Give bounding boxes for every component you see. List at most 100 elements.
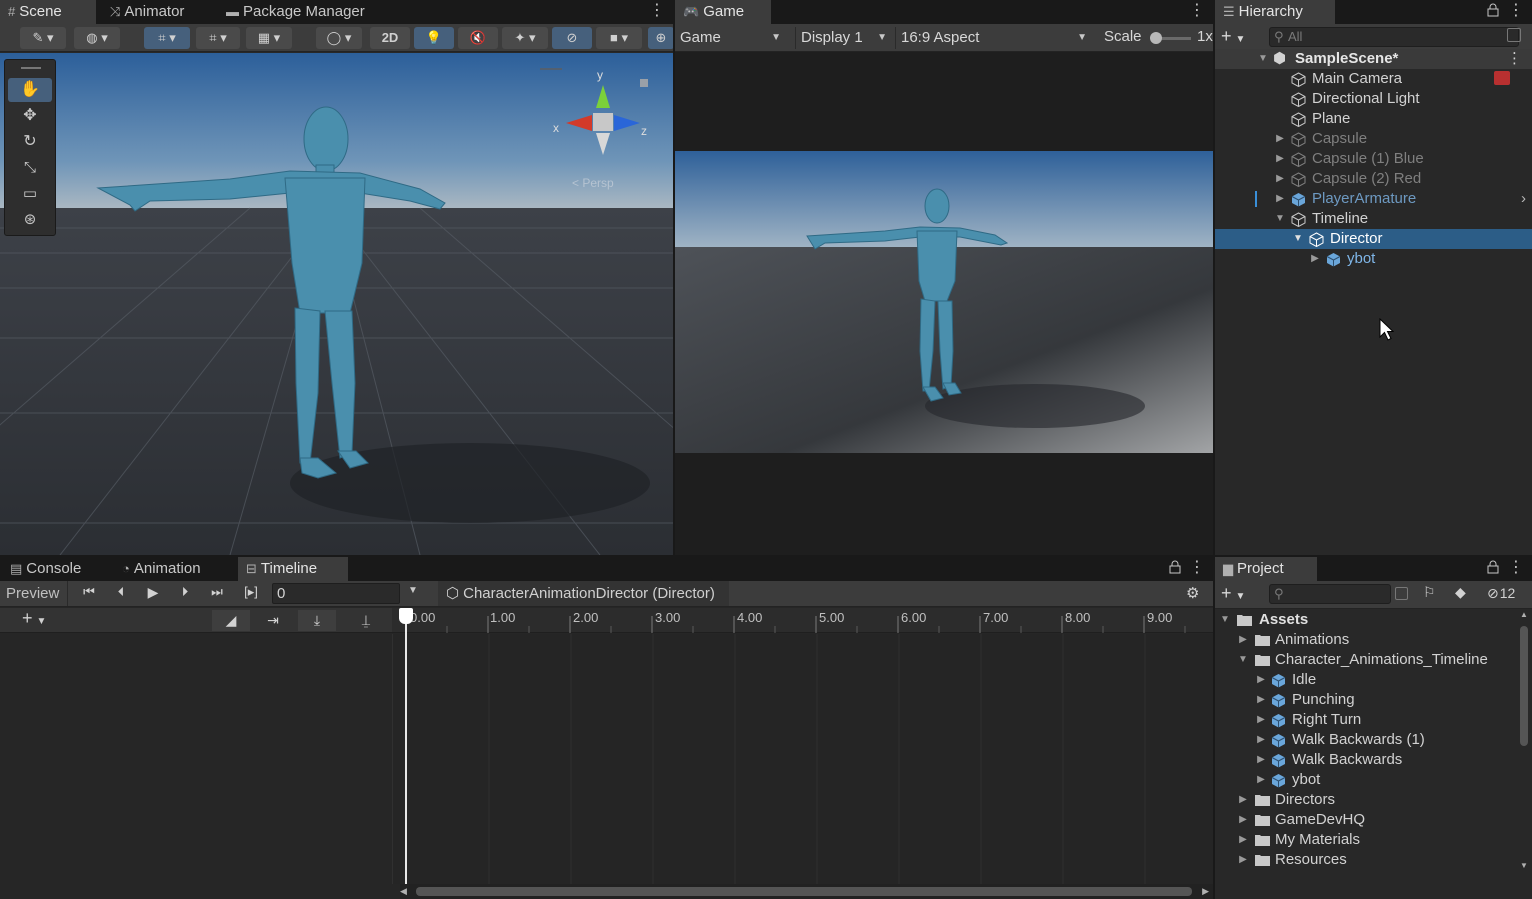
hierarchy-search-input[interactable]: ⚲ All (1269, 27, 1519, 47)
tab-hierarchy[interactable]: ☰ Hierarchy (1215, 0, 1335, 24)
rotate-tool-icon[interactable]: ↻ (8, 130, 52, 154)
timeline-settings-gear-icon[interactable]: ⚙ (1186, 584, 1199, 602)
hierarchy-menu-icon[interactable]: ⋮ (1508, 0, 1524, 24)
tab-project[interactable]: ▆ Project (1215, 557, 1317, 581)
lighting-toggle-icon[interactable]: 💡 (414, 27, 454, 49)
filter-by-type-icon[interactable]: ⚐ (1423, 584, 1436, 601)
draw-gizmos-button[interactable]: ◯ ▾ (316, 27, 362, 49)
expand-arrow-icon[interactable]: ▶ (1255, 690, 1267, 710)
lock-icon[interactable] (1169, 560, 1181, 574)
expand-arrow-icon[interactable]: ▼ (1292, 229, 1304, 249)
breadcrumb[interactable]: ⬡ CharacterAnimationDirector (Director) (438, 581, 729, 606)
expand-arrow-icon[interactable]: ▼ (1274, 209, 1286, 229)
lock-icon[interactable] (1487, 3, 1499, 17)
toggle-2d-button[interactable]: 2D (370, 27, 410, 49)
scale-slider-handle[interactable] (1150, 32, 1162, 44)
tab-animation[interactable]: ◔ Animation (114, 557, 209, 581)
hierarchy-item-plane[interactable]: Plane (1215, 109, 1532, 129)
preview-button[interactable]: Preview (0, 581, 68, 606)
tab-scene[interactable]: # Scene (0, 0, 96, 24)
timeline-menu-icon[interactable]: ⋮ (1189, 557, 1205, 581)
hierarchy-item-capsule-red[interactable]: ▶ Capsule (2) Red (1215, 169, 1532, 189)
display-dropdown[interactable]: Display 1 ▼ (795, 27, 893, 49)
move-tool-icon[interactable]: ✥ (8, 104, 52, 128)
horizontal-scrollbar[interactable]: ◀ ▶ (400, 884, 1213, 899)
chevron-right-icon[interactable]: › (1521, 189, 1526, 209)
hierarchy-item-directional-light[interactable]: Directional Light (1215, 89, 1532, 109)
project-item-punching[interactable]: ▶ Punching (1215, 690, 1518, 710)
tab-package-manager[interactable]: ▬ Package Manager (218, 0, 373, 24)
track-snap-icon[interactable]: ⍊ (352, 610, 380, 631)
expand-arrow-icon[interactable]: ▶ (1309, 249, 1321, 269)
hierarchy-item-main-camera[interactable]: Main Camera (1215, 69, 1532, 89)
playhead-handle[interactable] (399, 608, 413, 624)
camera-settings-icon[interactable]: ■ ▾ (596, 27, 642, 49)
lock-icon[interactable] (1487, 560, 1499, 574)
project-item-walk-backwards[interactable]: ▶ Walk Backwards (1215, 750, 1518, 770)
expand-arrow-icon[interactable]: ▶ (1255, 710, 1267, 730)
scroll-left-icon[interactable]: ◀ (400, 884, 407, 899)
grid-snap-button[interactable]: ⌗ ▾ (144, 27, 190, 49)
expand-arrow-icon[interactable]: ▶ (1255, 670, 1267, 690)
expand-arrow-icon[interactable]: ▼ (1237, 650, 1249, 670)
increment-snap-button[interactable]: ⌗ ▾ (196, 27, 240, 49)
tab-game[interactable]: 🎮 Game (675, 0, 771, 24)
scroll-up-icon[interactable]: ▲ (1520, 610, 1528, 619)
play-range-icon[interactable]: [▸] (238, 584, 264, 600)
project-search-input[interactable]: ⚲ (1269, 584, 1391, 604)
project-item-directors[interactable]: ▶ Directors (1215, 790, 1518, 810)
project-item-character-animations-timeline[interactable]: ▼ Character_Animations_Timeline (1215, 650, 1518, 670)
project-item-gamedevhq[interactable]: ▶ GameDevHQ (1215, 810, 1518, 830)
transform-tool-icon[interactable]: ⊛ (8, 208, 52, 232)
scale-slider[interactable] (1150, 32, 1191, 44)
scrollbar-thumb[interactable] (416, 887, 1192, 896)
scene-viewport[interactable]: y x z < Persp (0, 53, 673, 555)
expand-arrow-icon[interactable]: ▶ (1237, 630, 1249, 650)
add-track-button[interactable]: + ▼ (22, 608, 46, 629)
filter-by-label-icon[interactable]: ◆ (1455, 584, 1466, 601)
game-menu-icon[interactable]: ⋮ (1189, 0, 1205, 24)
tab-animator[interactable]: ⤨ Animator (102, 0, 192, 24)
expand-arrow-icon[interactable]: ▼ (1257, 49, 1269, 69)
expand-arrow-icon[interactable]: ▶ (1237, 830, 1249, 850)
palette-grip[interactable] (21, 67, 41, 69)
frame-dropdown-icon[interactable]: ▼ (408, 585, 418, 596)
next-frame-icon[interactable]: ⏵ (172, 584, 198, 600)
project-item-my-materials[interactable]: ▶ My Materials (1215, 830, 1518, 850)
expand-arrow-icon[interactable]: ▶ (1274, 129, 1286, 149)
expand-arrow-icon[interactable]: ▶ (1237, 790, 1249, 810)
track-mix-icon[interactable]: ◢ (212, 610, 250, 631)
track-ripple-icon[interactable]: ⇥ (256, 610, 290, 631)
project-item-right-turn[interactable]: ▶ Right Turn (1215, 710, 1518, 730)
gizmo-projection-label[interactable]: < Persp (572, 176, 614, 190)
tab-console[interactable]: ▤ Console (2, 557, 89, 581)
search-options-icon[interactable] (1507, 28, 1521, 42)
gizmos-globe-icon[interactable]: ⊕ (648, 27, 673, 49)
hierarchy-item-capsule[interactable]: ▶ Capsule (1215, 129, 1532, 149)
expand-arrow-icon[interactable]: ▶ (1255, 730, 1267, 750)
hierarchy-item-player-armature[interactable]: ▶ PlayerArmature › (1215, 189, 1532, 209)
expand-arrow-icon[interactable]: ▶ (1274, 169, 1286, 189)
rect-tool-icon[interactable]: ▭ (8, 182, 52, 206)
tab-timeline[interactable]: ⊟ Timeline (238, 557, 348, 581)
hand-tool-icon[interactable]: ✋ (8, 78, 52, 102)
scroll-down-icon[interactable]: ▼ (1520, 861, 1528, 870)
create-asset-button[interactable]: + ▼ (1221, 583, 1245, 604)
hierarchy-item-director[interactable]: ▼ Director (1215, 229, 1532, 249)
scroll-right-icon[interactable]: ▶ (1202, 884, 1209, 899)
create-button[interactable]: + ▼ (1221, 26, 1245, 47)
expand-arrow-icon[interactable]: ▶ (1237, 810, 1249, 830)
track-replace-icon[interactable]: ⤓ (298, 610, 336, 631)
expand-arrow-icon[interactable]: ▶ (1255, 750, 1267, 770)
render-mode-button[interactable]: ◍ ▾ (74, 27, 120, 49)
scene-menu-icon[interactable]: ⋮ (649, 0, 665, 24)
game-viewport[interactable] (675, 151, 1213, 453)
track-clip-area[interactable] (392, 634, 1213, 884)
scene-menu-icon[interactable]: ⋮ (1507, 49, 1522, 69)
go-to-end-icon[interactable]: ⏭ (204, 584, 230, 600)
scrollbar-thumb[interactable] (1520, 626, 1528, 746)
expand-arrow-icon[interactable]: ▶ (1274, 149, 1286, 169)
project-item-idle[interactable]: ▶ Idle (1215, 670, 1518, 690)
hierarchy-item-ybot[interactable]: ▶ ybot (1215, 249, 1532, 269)
frame-input[interactable]: 0 (272, 583, 400, 604)
